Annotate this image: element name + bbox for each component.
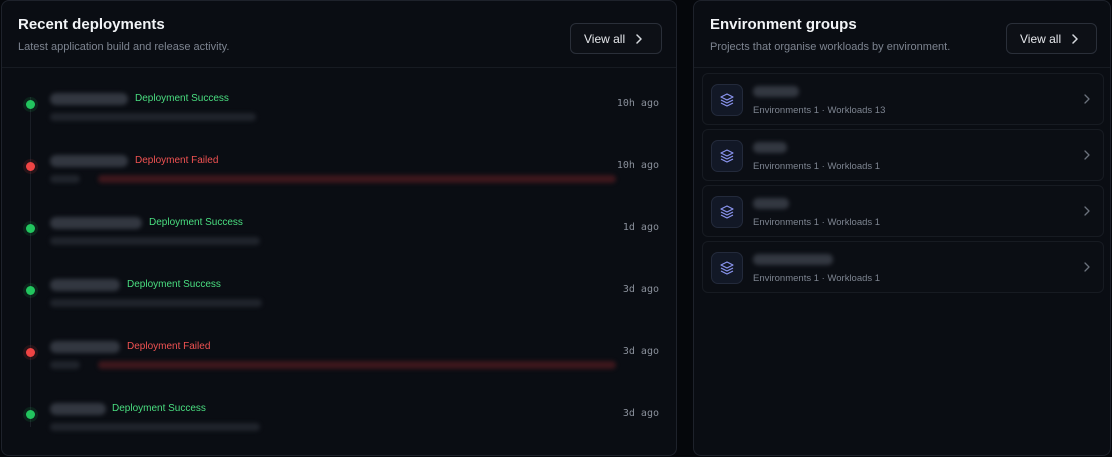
deployment-status: Deployment Success	[127, 279, 221, 290]
status-dot	[26, 410, 35, 419]
environment-group-meta: Environments 1 · Workloads 1	[753, 273, 881, 284]
deployment-name	[50, 93, 128, 105]
dashboard: Recent deployments Latest application bu…	[0, 0, 1112, 457]
chevron-right-icon	[1084, 94, 1090, 104]
deployment-name	[50, 279, 120, 291]
deployment-row[interactable]: Deployment Success 1d ago	[2, 193, 676, 255]
layers-icon	[711, 252, 743, 284]
chevron-right-icon	[1084, 206, 1090, 216]
deployment-meta	[50, 113, 256, 121]
deployment-status: Deployment Success	[149, 217, 243, 228]
status-dot	[26, 100, 35, 109]
environment-groups-panel: Environment groups Projects that organis…	[693, 0, 1111, 456]
deployment-time: 3d ago	[622, 408, 659, 419]
view-all-label: View all	[1020, 31, 1062, 46]
deployment-status: Deployment Failed	[127, 341, 211, 352]
environment-group-meta: Environments 1 · Workloads 1	[753, 161, 881, 172]
chevron-right-icon	[1084, 262, 1090, 272]
environment-group-item[interactable]: Environments 1 · Workloads 13	[702, 73, 1104, 125]
environment-group-item[interactable]: Environments 1 · Workloads 1	[702, 241, 1104, 293]
environment-group-list: Environments 1 · Workloads 13 Environmen…	[702, 73, 1104, 297]
environment-group-meta: Environments 1 · Workloads 1	[753, 217, 881, 228]
status-dot	[26, 286, 35, 295]
environment-group-item[interactable]: Environments 1 · Workloads 1	[702, 185, 1104, 237]
deployment-meta	[50, 237, 260, 245]
view-all-label: View all	[584, 31, 626, 46]
panel-header: Environment groups Projects that organis…	[694, 1, 1110, 68]
deployment-meta	[50, 175, 80, 183]
environment-group-name	[753, 142, 787, 153]
deployment-name	[50, 155, 128, 167]
deployment-status: Deployment Success	[112, 403, 206, 414]
panel-title: Environment groups	[710, 16, 857, 33]
environment-group-name	[753, 198, 789, 209]
deployment-row[interactable]: Deployment Failed 10h ago	[2, 131, 676, 193]
panel-header: Recent deployments Latest application bu…	[2, 1, 676, 68]
environment-group-meta: Environments 1 · Workloads 13	[753, 105, 886, 116]
recent-deployments-panel: Recent deployments Latest application bu…	[1, 0, 677, 456]
deployment-timeline: Deployment Success 10h ago Deployment Fa…	[2, 69, 676, 455]
deployment-name	[50, 341, 120, 353]
deployment-time: 10h ago	[616, 98, 659, 109]
deployment-row[interactable]: Deployment Success 3d ago	[2, 255, 676, 317]
deployment-time: 3d ago	[622, 284, 659, 295]
deployment-name	[50, 217, 142, 229]
deployment-time: 3d ago	[622, 346, 659, 357]
deployment-time: 1d ago	[622, 222, 659, 233]
status-dot	[26, 162, 35, 171]
deployment-row[interactable]: Deployment Success 10h ago	[2, 69, 676, 131]
layers-icon	[711, 84, 743, 116]
deployment-time: 10h ago	[616, 160, 659, 171]
deployment-meta	[50, 423, 260, 431]
deployment-status: Deployment Failed	[135, 155, 219, 166]
deployment-meta	[50, 361, 80, 369]
chevron-right-icon	[1072, 33, 1078, 44]
deployment-row[interactable]: Deployment Success 3d ago	[2, 379, 676, 441]
deployment-name	[50, 403, 106, 415]
deployment-error-message	[98, 175, 616, 183]
view-all-deployments-button[interactable]: View all	[570, 23, 662, 54]
chevron-right-icon	[636, 33, 642, 44]
deployment-row[interactable]: Deployment Failed 3d ago	[2, 317, 676, 379]
deployment-error-message	[98, 361, 616, 369]
status-dot	[26, 348, 35, 357]
panel-subtitle: Latest application build and release act…	[18, 41, 230, 53]
deployment-meta	[50, 299, 262, 307]
panel-title: Recent deployments	[18, 16, 165, 33]
environment-group-item[interactable]: Environments 1 · Workloads 1	[702, 129, 1104, 181]
environment-group-name	[753, 86, 799, 97]
panel-subtitle: Projects that organise workloads by envi…	[710, 41, 951, 53]
environment-group-name	[753, 254, 833, 265]
status-dot	[26, 224, 35, 233]
deployment-status: Deployment Success	[135, 93, 229, 104]
layers-icon	[711, 140, 743, 172]
view-all-environments-button[interactable]: View all	[1006, 23, 1097, 54]
chevron-right-icon	[1084, 150, 1090, 160]
layers-icon	[711, 196, 743, 228]
